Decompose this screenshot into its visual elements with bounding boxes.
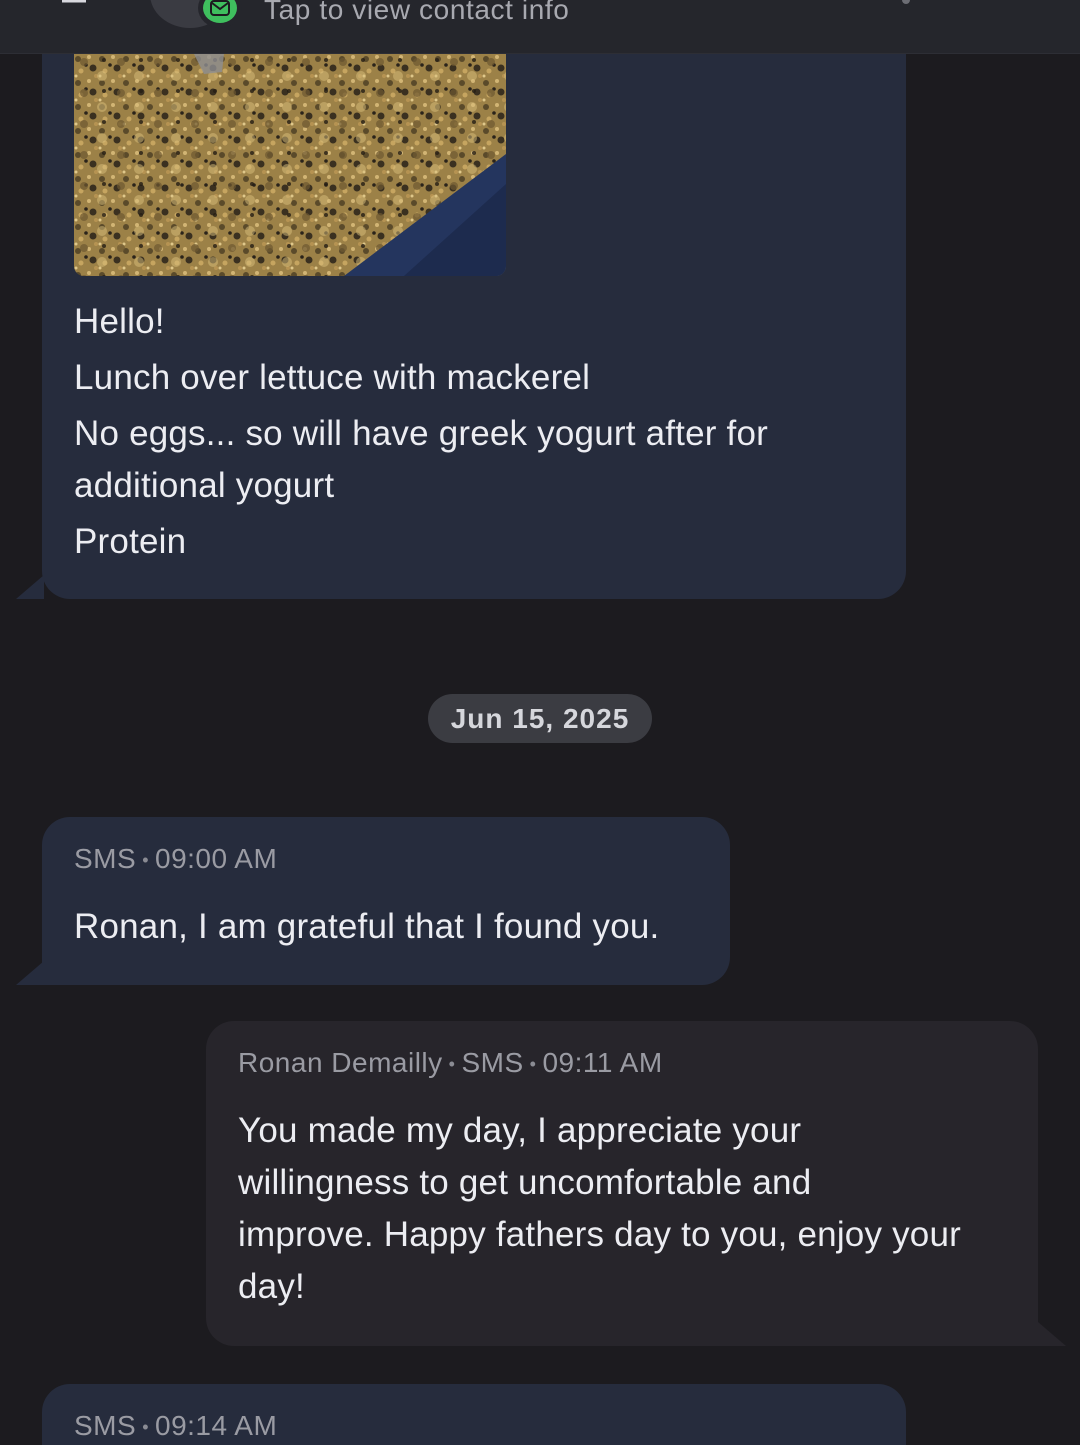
message-sender: Ronan Demailly (238, 1047, 443, 1078)
messages-app-icon (203, 0, 237, 23)
message-line: day! (238, 1267, 305, 1306)
contact-subtitle[interactable]: Tap to view contact info (264, 0, 569, 26)
message-line: additional yogurt (74, 466, 335, 505)
message-channel: SMS (74, 1410, 137, 1441)
photo-thumbnail[interactable] (74, 54, 506, 276)
message-line: Hello! (74, 302, 165, 341)
menu-dot-icon[interactable] (902, 0, 910, 4)
message-meta: Ronan Demailly • SMS • 09:11 AM (238, 1047, 663, 1079)
message-meta: SMS • 09:14 AM (74, 1410, 277, 1442)
meta-separator-dot: • (448, 1054, 456, 1075)
conversation-screen: Tap to view contact info Hello! Lunch ov… (0, 0, 1080, 1445)
message-text: You made my day, I appreciate your willi… (238, 1105, 1018, 1313)
message-text: Ronan, I am grateful that I found you. (74, 907, 660, 946)
meta-separator-dot: • (529, 1054, 537, 1075)
bubble-tail (1038, 1322, 1066, 1346)
message-line: improve. Happy fathers day to you, enjoy… (238, 1215, 961, 1254)
message-line: Protein (74, 522, 187, 561)
message-line: You made my day, I appreciate your (238, 1111, 802, 1150)
message-meta: SMS • 09:00 AM (74, 843, 277, 875)
message-channel: SMS (461, 1047, 524, 1078)
message-bubble-incoming[interactable]: SMS • 09:14 AM (42, 1384, 906, 1445)
message-line: Lunch over lettuce with mackerel (74, 358, 591, 397)
date-separator: Jun 15, 2025 (428, 694, 652, 743)
meta-separator-dot: • (142, 850, 149, 871)
message-text: Hello! Lunch over lettuce with mackerel … (74, 296, 874, 568)
message-line: No eggs... so will have greek yogurt aft… (74, 414, 768, 453)
message-bubble-incoming[interactable]: Hello! Lunch over lettuce with mackerel … (42, 0, 906, 599)
message-bubble-incoming[interactable]: SMS • 09:00 AM Ronan, I am grateful that I… (42, 817, 730, 985)
message-line: willingness to get uncomfortable and (238, 1163, 812, 1202)
bubble-tail (16, 961, 44, 985)
message-time: 09:11 AM (542, 1047, 663, 1078)
meta-separator-dot: • (142, 1417, 149, 1438)
bubble-tail (16, 575, 44, 599)
message-bubble-outgoing[interactable]: Ronan Demailly • SMS • 09:11 AM You made my … (206, 1021, 1038, 1346)
back-arrow-icon[interactable] (60, 0, 88, 8)
message-time: 09:14 AM (155, 1410, 278, 1441)
message-time: 09:00 AM (155, 843, 278, 874)
message-channel: SMS (74, 843, 137, 874)
conversation-header[interactable]: Tap to view contact info (0, 0, 1080, 54)
